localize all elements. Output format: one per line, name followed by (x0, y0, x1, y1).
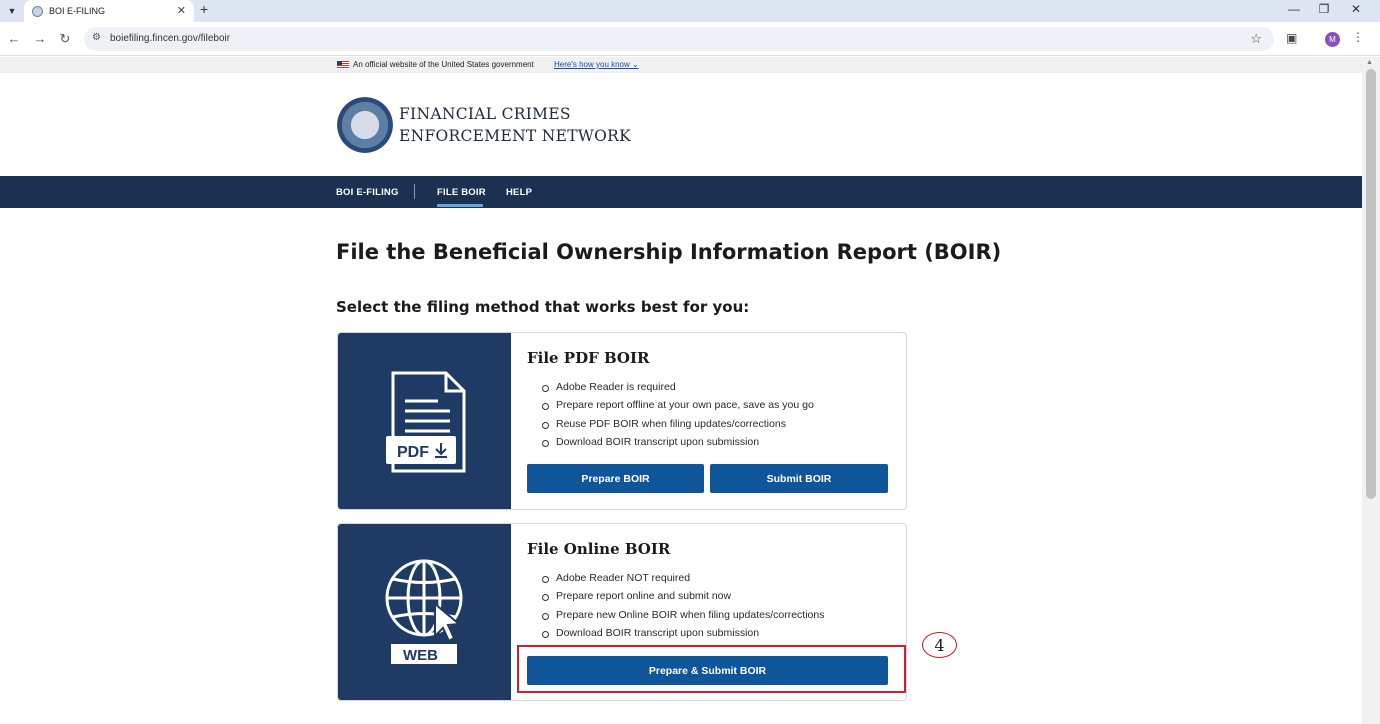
gov-banner: An official website of the United States… (0, 57, 1362, 73)
extensions-icon[interactable]: ▣ (1286, 31, 1297, 45)
scroll-up-icon[interactable]: ▲ (1366, 59, 1373, 66)
list-item: Prepare new Online BOIR when filing upda… (542, 609, 824, 627)
agency-name-line2[interactable]: ENFORCEMENT NETWORK (399, 127, 631, 145)
pdf-boir-card: PDF File PDF BOIR Adobe Reader is requir… (337, 332, 907, 510)
nav-help[interactable]: HELP (506, 187, 532, 198)
list-item: Reuse PDF BOIR when filing updates/corre… (542, 418, 814, 436)
list-item: Download BOIR transcript upon submission (542, 627, 824, 645)
web-icon-label: WEB (403, 647, 438, 664)
menu-icon[interactable]: ⋮ (1352, 30, 1364, 44)
tab-strip: ▼ BOI E-FILING ✕ + — ❐ ✕ (0, 0, 1380, 22)
online-card-title: File Online BOIR (527, 540, 671, 558)
bookmark-star-icon[interactable]: ☆ (1250, 31, 1262, 47)
browser-toolbar: ← → ↻ ⚙ boiefiling.fincen.gov/fileboir ☆… (0, 22, 1380, 56)
us-flag-icon (337, 61, 349, 69)
favicon-icon (32, 5, 43, 17)
back-icon[interactable]: ← (6, 31, 22, 46)
page-content: An official website of the United States… (0, 57, 1362, 724)
pdf-card-title: File PDF BOIR (527, 349, 650, 367)
url-text[interactable]: boiefiling.fincen.gov/fileboir (110, 33, 230, 44)
nav-file-boir[interactable]: FILE BOIR (437, 187, 486, 198)
nav-divider (414, 184, 415, 199)
list-item: Prepare report offline at your own pace,… (542, 399, 814, 417)
prepare-boir-button[interactable]: Prepare BOIR (527, 464, 704, 493)
forward-icon[interactable]: → (32, 31, 48, 46)
fincen-seal-icon[interactable] (337, 97, 393, 153)
pdf-icon-label: PDF (397, 444, 429, 461)
pdf-document-icon: PDF (386, 371, 466, 473)
avatar[interactable]: M (1325, 32, 1340, 47)
reload-icon[interactable]: ↻ (57, 31, 73, 47)
restore-icon[interactable]: ❐ (1314, 2, 1334, 16)
page-title: File the Beneficial Ownership Informatio… (336, 240, 1002, 264)
gov-banner-text: An official website of the United States… (353, 60, 534, 69)
online-card-bullets: Adobe Reader NOT required Prepare report… (542, 572, 824, 645)
address-bar[interactable]: ⚙ boiefiling.fincen.gov/fileboir ☆ (84, 27, 1274, 51)
new-tab-icon[interactable]: + (200, 1, 208, 17)
minimize-icon[interactable]: — (1284, 2, 1304, 16)
close-tab-icon[interactable]: ✕ (177, 4, 186, 17)
tab-search-icon[interactable]: ▼ (4, 3, 20, 19)
list-item: Adobe Reader is required (542, 381, 814, 399)
filing-method-heading: Select the filing method that works best… (336, 298, 750, 316)
web-icon-panel: WEB (338, 524, 511, 700)
list-item: Download BOIR transcript upon submission (542, 436, 814, 454)
pdf-card-bullets: Adobe Reader is required Prepare report … (542, 381, 814, 454)
scroll-thumb[interactable] (1366, 69, 1376, 499)
highlight-box (517, 645, 906, 693)
list-item: Adobe Reader NOT required (542, 572, 824, 590)
tab-title: BOI E-FILING (49, 6, 106, 16)
agency-name-line1[interactable]: FINANCIAL CRIMES (399, 105, 571, 123)
step-number-badge: 4 (922, 632, 957, 658)
site-info-icon[interactable]: ⚙ (92, 32, 101, 43)
submit-boir-button[interactable]: Submit BOIR (710, 464, 888, 493)
list-item: Prepare report online and submit now (542, 590, 824, 608)
pdf-icon-panel: PDF (338, 333, 511, 509)
heres-how-you-know-link[interactable]: Here's how you know ⌄ (554, 60, 639, 69)
window-close-icon[interactable]: ✕ (1346, 2, 1366, 16)
main-nav: BOI E-FILING FILE BOIR HELP (0, 176, 1362, 208)
globe-cursor-icon: WEB (385, 559, 463, 664)
nav-active-indicator (437, 204, 483, 207)
nav-boi-efiling[interactable]: BOI E-FILING (336, 187, 399, 198)
page-scrollbar[interactable]: ▲ (1362, 57, 1380, 724)
browser-tab[interactable]: BOI E-FILING ✕ (24, 0, 194, 22)
